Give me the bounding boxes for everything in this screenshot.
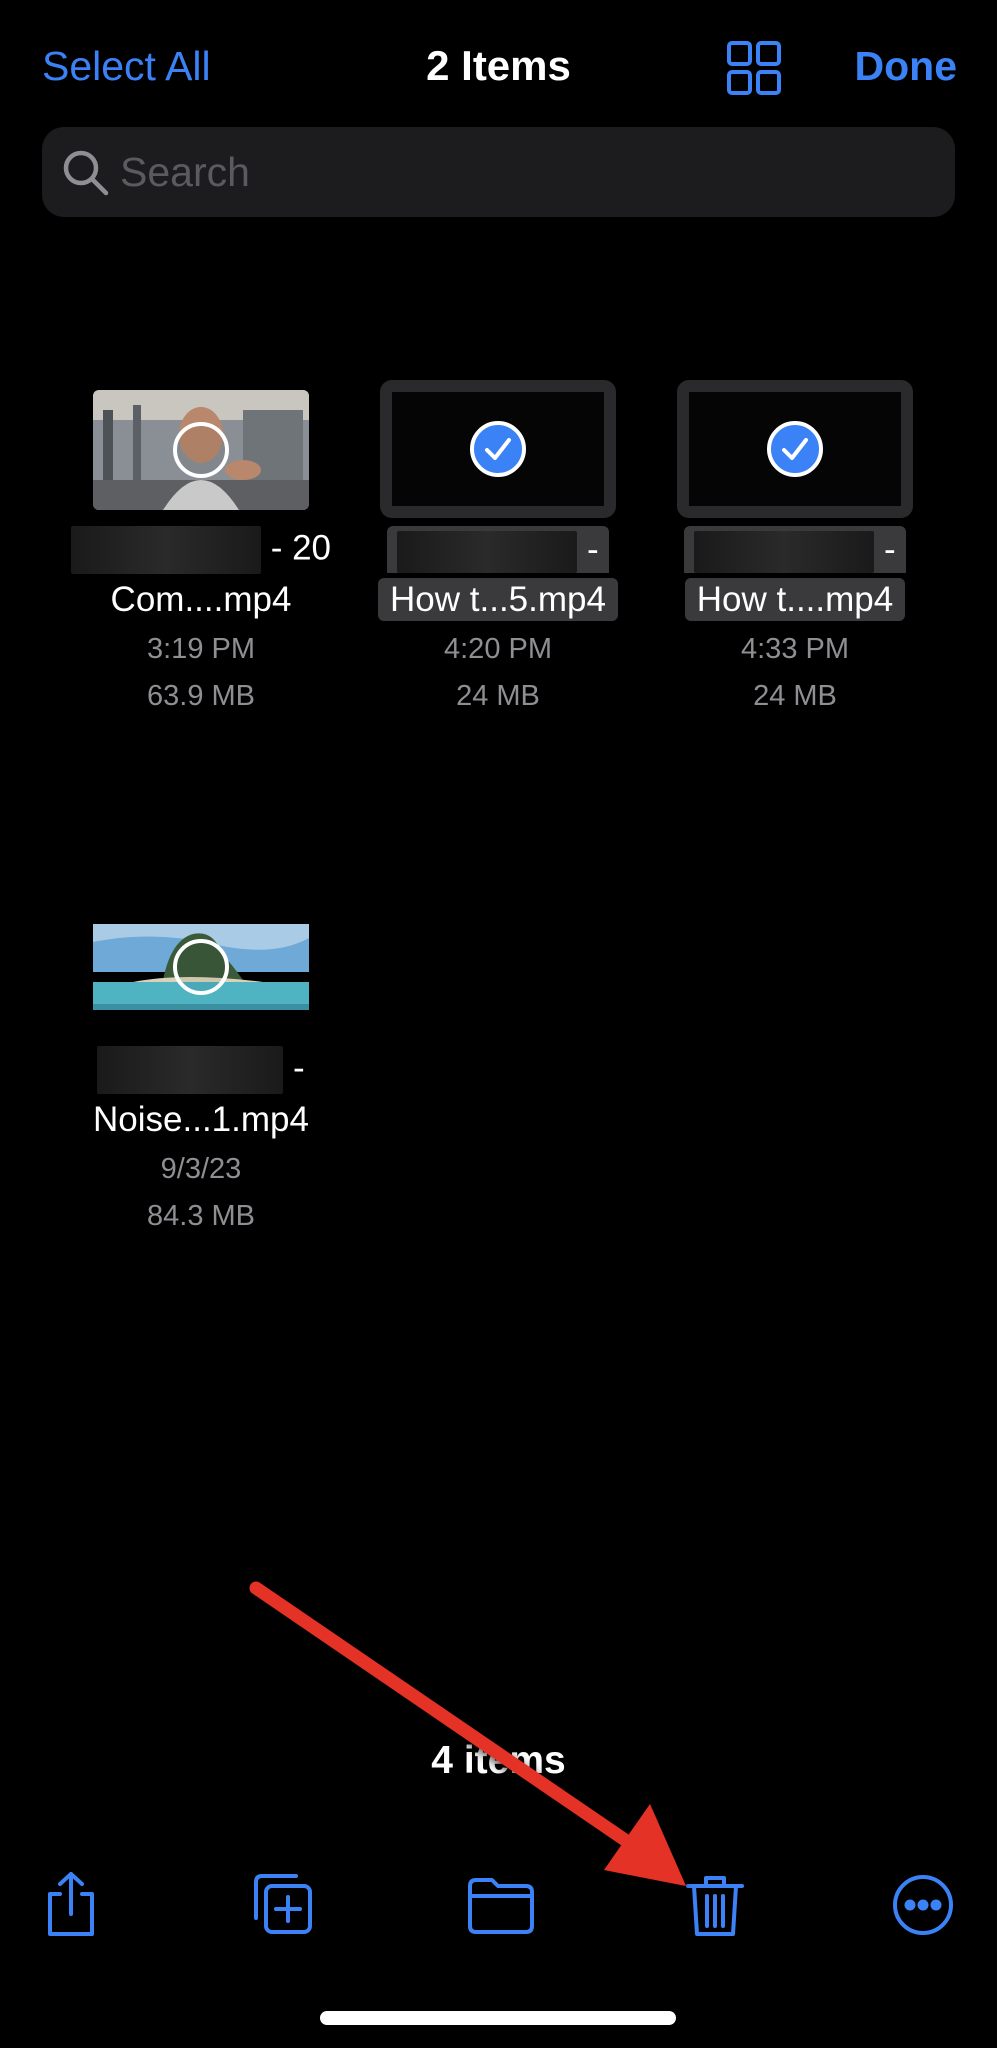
file-size: 24 MB [456,680,540,712]
checkmark-icon [485,438,511,460]
selection-circle[interactable] [173,422,229,478]
video-thumbnail [93,912,309,1022]
file-name: Com....mp4 [110,580,292,619]
redacted-name [70,526,261,574]
file-name-line1: - [645,526,945,573]
redacted-name [397,530,578,573]
share-icon[interactable] [36,1870,106,1940]
grid-view-icon[interactable] [726,40,782,96]
file-name-line1: - 20 [51,526,351,574]
duplicate-icon[interactable] [248,1870,318,1940]
checkmark-icon [782,438,808,460]
file-name-line1: - [348,526,648,573]
file-item[interactable]: - 20 Com....mp4 3:19 PM 63.9 MB [51,380,351,720]
file-name-line1: - [51,1046,351,1094]
selected-checkmark[interactable] [470,421,526,477]
file-item-selected[interactable]: - How t...5.mp4 4:20 PM 24 MB [348,380,648,720]
search-field[interactable]: Search [42,127,955,217]
folder-icon[interactable] [466,1870,536,1940]
file-name-suffix: - [587,530,599,569]
file-time: 4:20 PM [444,633,552,665]
item-count: 4 items [431,1739,566,1782]
video-thumbnail [93,390,309,510]
trash-icon[interactable] [680,1870,750,1940]
file-name: How t...5.mp4 [348,578,648,622]
redacted-name [694,530,875,573]
file-size: 84.3 MB [147,1200,255,1232]
redacted-name [97,1046,284,1094]
file-item[interactable]: - Noise...1.mp4 9/3/23 84.3 MB [51,900,351,1240]
search-placeholder: Search [120,149,250,195]
selected-checkmark[interactable] [767,421,823,477]
file-name-text: How t....mp4 [684,578,906,621]
file-name: How t....mp4 [645,578,945,622]
file-time: 4:33 PM [741,633,849,665]
more-icon[interactable] [888,1870,958,1940]
file-name: Noise...1.mp4 [93,1100,309,1139]
selection-circle[interactable] [173,939,229,995]
done-button[interactable]: Done [855,40,958,92]
file-size: 24 MB [753,680,837,712]
search-icon [60,147,112,199]
file-name-suffix: - [884,530,896,569]
page-title: 2 Items [426,42,571,89]
file-name-suffix: - [293,1048,305,1088]
file-time: 9/3/23 [160,1153,242,1185]
file-size: 63.9 MB [147,680,255,712]
file-item-selected[interactable]: - How t....mp4 4:33 PM 24 MB [645,380,945,720]
file-name-suffix: - 20 [270,528,332,568]
file-name-text: How t...5.mp4 [378,578,618,621]
home-indicator [320,2011,676,2025]
file-time: 3:19 PM [147,633,255,665]
